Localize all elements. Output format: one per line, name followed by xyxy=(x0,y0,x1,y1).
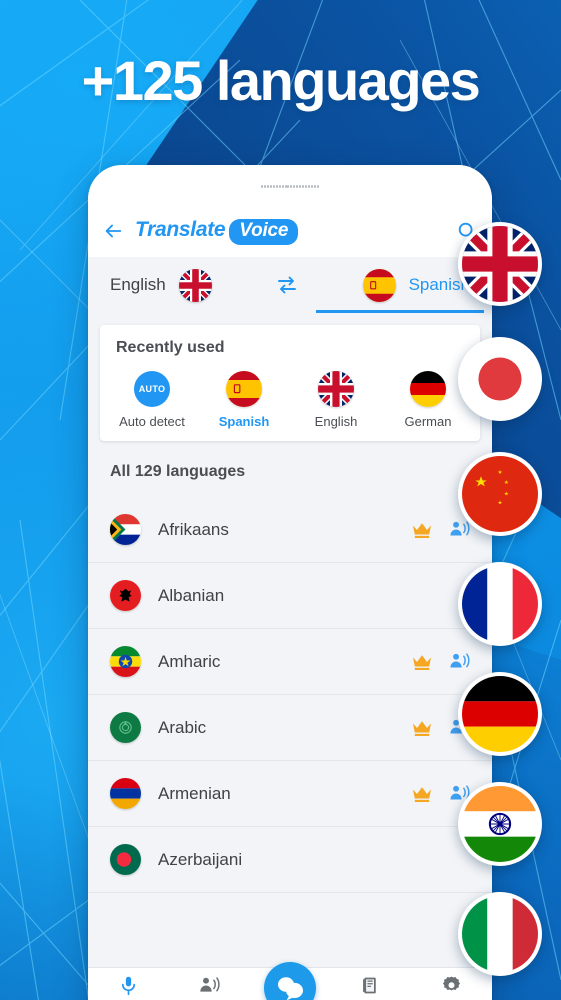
flag-gb xyxy=(318,371,354,407)
flag-am xyxy=(110,778,141,809)
language-name: Albanian xyxy=(158,585,225,605)
gear-icon xyxy=(443,976,461,991)
microphone-icon xyxy=(121,976,135,996)
tab-target-language[interactable]: Spanish xyxy=(362,257,470,313)
row-icons xyxy=(411,520,470,539)
books-icon xyxy=(363,977,377,994)
flag-az xyxy=(110,844,141,875)
list-item[interactable]: Armenian xyxy=(88,761,492,827)
chat-fab-button[interactable] xyxy=(264,962,316,1000)
recent-item-label: English xyxy=(314,414,358,429)
flag-de xyxy=(410,371,446,407)
tab-source-language[interactable]: English xyxy=(110,257,212,313)
list-item[interactable]: Afrikaans xyxy=(88,497,492,563)
list-item[interactable]: Arabic xyxy=(88,695,492,761)
flag-et xyxy=(110,646,141,677)
premium-crown-icon[interactable] xyxy=(411,785,433,803)
nav-item-books[interactable]: Books xyxy=(330,975,411,1000)
phone-speaker-grille xyxy=(261,184,319,188)
all-languages-title: All 129 languages xyxy=(110,463,246,480)
voice-available-icon[interactable] xyxy=(449,652,470,671)
premium-crown-icon[interactable] xyxy=(411,653,433,671)
floating-flag-cn xyxy=(458,452,542,536)
flag-za xyxy=(110,514,141,545)
language-name: Azerbaijani xyxy=(158,849,243,869)
person-speaking-icon xyxy=(200,977,220,992)
swap-languages-icon[interactable] xyxy=(275,273,299,297)
brand-first-word: Translate xyxy=(135,217,226,241)
swap-button-wrap xyxy=(212,273,363,297)
recent-item-label: Auto detect xyxy=(119,414,185,429)
list-item[interactable]: Azerbaijani xyxy=(88,827,492,893)
nav-item-translate[interactable]: Translate xyxy=(88,975,169,1000)
nav-item-connect[interactable]: Connect xyxy=(169,975,250,1000)
bottom-navigation: Translate Connect xyxy=(88,962,492,1000)
recent-item-spanish[interactable]: Spanish xyxy=(198,371,290,429)
floating-flag-gb xyxy=(458,222,542,306)
voice-available-icon[interactable] xyxy=(449,520,470,539)
floating-flag-fr xyxy=(458,562,542,646)
recent-item-label: German xyxy=(404,414,452,429)
app-screen: Translate Voice English Spanish Recently… xyxy=(88,205,492,1000)
back-arrow-icon[interactable] xyxy=(102,220,124,242)
floating-flag-jp xyxy=(458,337,542,421)
page-title: +125 languages xyxy=(81,49,481,112)
recently-used-list: AUTO Auto detect Spanish English German xyxy=(100,371,480,429)
recent-item-english[interactable]: English xyxy=(290,371,382,429)
list-item[interactable]: Amharic xyxy=(88,629,492,695)
flag-al xyxy=(110,580,141,611)
language-name: Afrikaans xyxy=(158,519,229,539)
language-tab-bar: English Spanish xyxy=(88,257,492,313)
row-icons xyxy=(411,784,470,803)
app-brand: Translate Voice xyxy=(135,217,299,245)
flag-es-target xyxy=(362,268,396,302)
active-tab-underline xyxy=(316,310,484,313)
recent-item-label: Spanish xyxy=(218,414,270,429)
flag-gb-source xyxy=(178,268,212,302)
recent-item-auto-detect[interactable]: AUTO Auto detect xyxy=(106,371,198,429)
language-name: Arabic xyxy=(158,717,207,737)
promo-screenshot: +125 languages Translate Voice English S… xyxy=(0,0,561,1000)
language-name: Armenian xyxy=(158,783,231,803)
brand-second-word: Voice xyxy=(229,218,299,245)
premium-crown-icon[interactable] xyxy=(411,719,433,737)
row-icons xyxy=(411,652,470,671)
language-list[interactable]: Afrikaans Albanian Amharic Arabic Armeni… xyxy=(88,497,492,967)
nav-item-settings[interactable]: Settings xyxy=(411,975,492,1000)
list-item[interactable]: Albanian xyxy=(88,563,492,629)
app-bar: Translate Voice xyxy=(88,205,492,257)
premium-crown-icon[interactable] xyxy=(411,521,433,539)
tab-source-label: English xyxy=(110,275,166,294)
flag-es xyxy=(226,371,262,407)
recently-used-card: Recently used AUTO Auto detect Spanish E… xyxy=(100,325,480,441)
language-name: Amharic xyxy=(158,651,221,671)
recently-used-title: Recently used xyxy=(116,339,225,356)
flag-sa xyxy=(110,712,141,743)
floating-flag-in xyxy=(458,782,542,866)
floating-flag-it xyxy=(458,892,542,976)
auto-detect-icon: AUTO xyxy=(134,371,170,407)
floating-flag-de xyxy=(458,672,542,756)
chat-bubbles-icon xyxy=(278,977,303,1000)
phone-mockup: Translate Voice English Spanish Recently… xyxy=(88,165,492,1000)
